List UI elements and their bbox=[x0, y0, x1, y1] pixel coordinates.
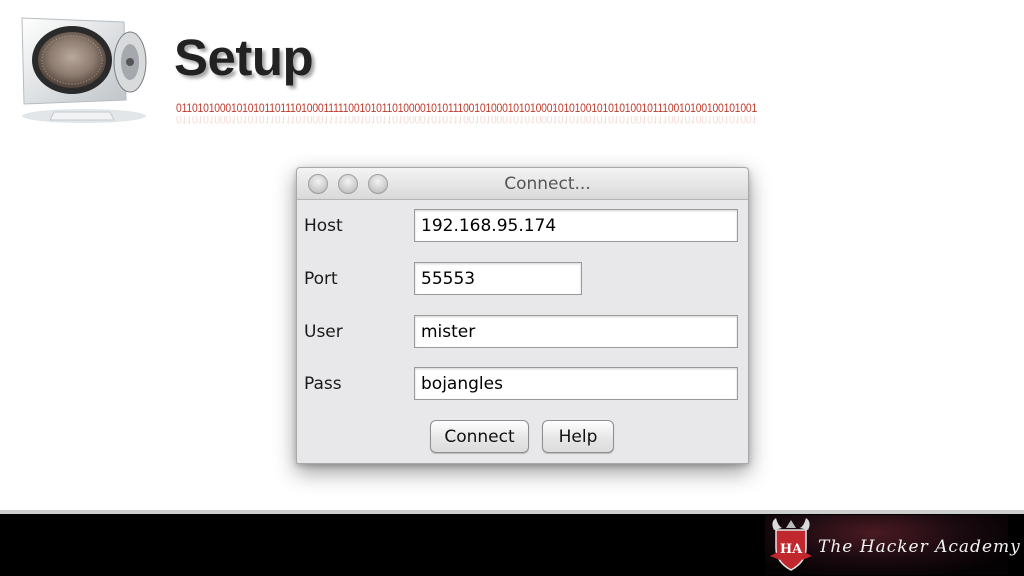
crest-icon: HA bbox=[770, 518, 812, 571]
brand-name: The Hacker Academy bbox=[818, 537, 1021, 557]
binary-decoration: 0110101000101010110111010001111100101011… bbox=[176, 103, 758, 115]
vault-monitor-icon bbox=[21, 17, 147, 123]
connect-dialog: Connect... Host Port User Pass Connect H… bbox=[296, 167, 749, 464]
connect-button[interactable]: Connect bbox=[430, 420, 529, 453]
host-label: Host bbox=[304, 216, 343, 236]
host-input[interactable] bbox=[414, 209, 738, 242]
port-input[interactable] bbox=[414, 262, 582, 295]
dialog-title: Connect... bbox=[504, 174, 591, 194]
binary-decoration-reflection: 0110101000101010110111010001111100101011… bbox=[176, 116, 758, 124]
pass-input[interactable] bbox=[414, 367, 738, 400]
crest-initials: HA bbox=[780, 542, 803, 557]
user-row: User bbox=[297, 315, 748, 349]
pass-label: Pass bbox=[304, 374, 342, 394]
user-input[interactable] bbox=[414, 315, 738, 348]
slide-title: Setup bbox=[174, 29, 314, 86]
host-row: Host bbox=[297, 209, 748, 243]
help-button[interactable]: Help bbox=[542, 420, 614, 453]
user-label: User bbox=[304, 322, 343, 342]
pass-row: Pass bbox=[297, 367, 748, 401]
port-label: Port bbox=[304, 269, 338, 289]
dialog-titlebar[interactable]: Connect... bbox=[297, 168, 748, 200]
port-row: Port bbox=[297, 262, 748, 296]
